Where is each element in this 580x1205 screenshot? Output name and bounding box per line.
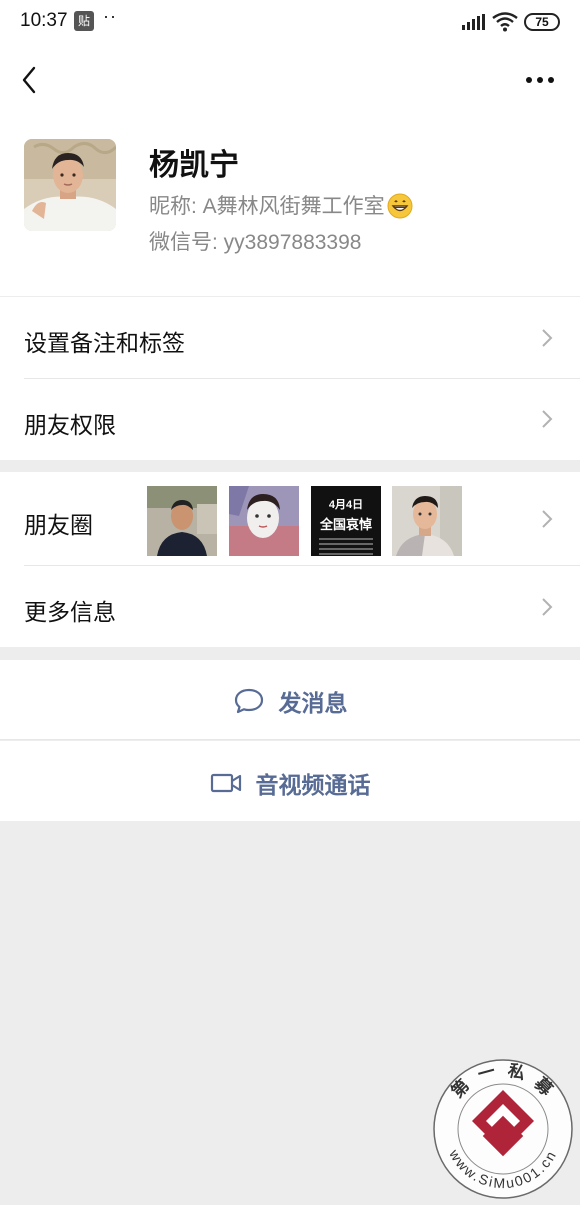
status-time: 10:37 [20, 10, 68, 31]
chat-bubble-icon [234, 688, 263, 714]
send-message-button[interactable]: 发消息 [0, 660, 580, 740]
set-remark-label: 设置备注和标签 [24, 330, 185, 356]
set-remark-row[interactable]: 设置备注和标签 [0, 297, 580, 379]
moments-label: 朋友圈 [24, 512, 93, 538]
moments-row[interactable]: 朋友圈 4月4日 全国哀悼 [0, 472, 580, 566]
wechat-id: 微信号: yy3897883398 [149, 231, 362, 254]
simu-watermark-logo: 第 一 私 募 www.SiMu001.cn [433, 1059, 573, 1199]
news-body-lines [319, 538, 373, 556]
signal-icon [462, 14, 485, 30]
send-message-label: 发消息 [278, 690, 348, 716]
contact-name: 杨凯宁 [149, 149, 239, 182]
chevron-right-icon [542, 598, 553, 616]
notification-dots: ·· [103, 6, 117, 26]
moments-thumbnail [229, 486, 299, 556]
divider [0, 739, 580, 740]
friend-permissions-row[interactable]: 朋友权限 [0, 379, 580, 460]
more-info-row[interactable]: 更多信息 [0, 566, 580, 647]
back-icon[interactable] [16, 62, 46, 98]
more-info-label: 更多信息 [24, 599, 116, 625]
video-call-label: 音视频通话 [255, 772, 371, 798]
video-camera-icon [210, 773, 241, 793]
video-call-button[interactable]: 音视频通话 [0, 741, 580, 821]
wifi-icon [492, 12, 518, 32]
chevron-right-icon [542, 410, 553, 428]
friend-permissions-label: 朋友权限 [24, 412, 116, 438]
battery-indicator: 75 [524, 13, 560, 31]
chevron-right-icon [542, 510, 553, 528]
more-options-icon[interactable] [520, 68, 560, 92]
avatar[interactable] [24, 139, 116, 231]
news-title: 全国哀悼 [319, 517, 372, 532]
profile-header: 杨凯宁 昵称: A舞林风街舞工作室 微信号: yy3897883398 [0, 46, 580, 296]
moments-thumbnail [392, 486, 462, 556]
chevron-right-icon [542, 329, 553, 347]
nickname-text: 昵称: A舞林风街舞工作室 [149, 195, 385, 218]
moments-thumbnail: 4月4日 全国哀悼 [311, 486, 381, 556]
news-date: 4月4日 [328, 499, 364, 511]
paste-badge: 贴 [74, 11, 94, 31]
moments-thumbnail [147, 486, 217, 556]
grinning-face-emoji [387, 193, 413, 219]
contact-nickname: 昵称: A舞林风街舞工作室 [149, 190, 413, 220]
status-bar: 10:37 贴 ·· 75 [0, 0, 580, 46]
